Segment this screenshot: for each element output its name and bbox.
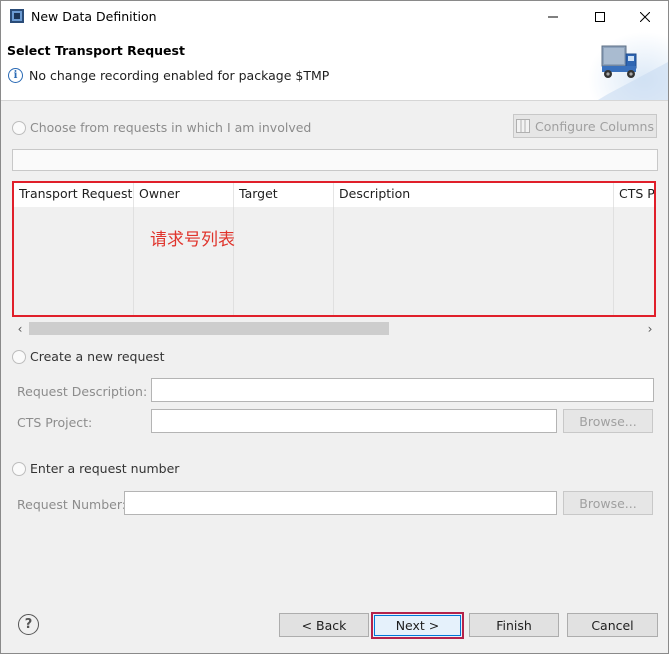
column-header[interactable]: Owner (134, 183, 234, 207)
maximize-button[interactable] (577, 1, 623, 32)
scrollbar-thumb[interactable] (29, 322, 389, 335)
dialog-window: New Data Definition Select Transport Req… (0, 0, 669, 654)
page-title: Select Transport Request (7, 43, 185, 58)
filter-field[interactable] (12, 149, 658, 171)
column-divider (133, 207, 134, 315)
next-label: Next > (395, 618, 440, 633)
scroll-right-icon[interactable]: › (642, 321, 658, 337)
enter-request-number-radio[interactable]: Enter a request number (12, 461, 179, 476)
radio-button[interactable] (12, 461, 26, 476)
annotation-label: 请求号列表 (150, 230, 235, 250)
request-number-input[interactable] (124, 491, 557, 515)
finish-button[interactable]: Finish (469, 613, 559, 637)
app-icon (10, 9, 24, 23)
request-description-label: Request Description: * (17, 384, 157, 399)
columns-icon (516, 119, 531, 133)
column-header[interactable]: CTS Pro (614, 183, 654, 207)
column-header[interactable]: Transport Request (14, 183, 134, 207)
cts-project-input[interactable] (151, 409, 557, 433)
cts-project-label: CTS Project: (17, 415, 93, 430)
column-divider (333, 207, 334, 315)
column-divider (233, 207, 234, 315)
scroll-left-icon[interactable]: ‹ (12, 321, 28, 337)
column-header[interactable]: Description (334, 183, 614, 207)
minimize-icon (548, 16, 558, 17)
configure-columns-label: Configure Columns (535, 118, 654, 134)
create-request-label: Create a new request (30, 349, 165, 364)
wizard-banner (588, 32, 668, 100)
info-icon: i (8, 68, 23, 83)
back-button[interactable]: < Back (279, 613, 369, 637)
request-description-input[interactable] (151, 378, 654, 402)
choose-requests-radio[interactable]: Choose from requests in which I am invol… (12, 120, 311, 135)
cts-project-browse-button[interactable]: Browse... (563, 409, 653, 433)
request-description-text: Request Description: (17, 384, 148, 399)
enter-request-number-label: Enter a request number (30, 461, 180, 476)
close-button[interactable] (622, 1, 668, 32)
close-icon (640, 11, 650, 22)
info-message: No change recording enabled for package … (29, 68, 330, 83)
request-number-browse-button[interactable]: Browse... (563, 491, 653, 515)
title-bar: New Data Definition (1, 1, 668, 32)
column-divider (613, 207, 614, 315)
create-request-radio[interactable]: Create a new request (12, 349, 164, 364)
radio-button[interactable] (12, 120, 26, 135)
choose-requests-label: Choose from requests in which I am invol… (30, 120, 312, 135)
request-number-label: Request Number: (17, 497, 126, 512)
window-title: New Data Definition (31, 9, 157, 24)
column-header[interactable]: Target (234, 183, 334, 207)
horizontal-scrollbar[interactable]: ‹ › (12, 321, 658, 337)
help-icon[interactable]: ? (18, 614, 39, 635)
configure-columns-button[interactable]: Configure Columns (513, 114, 657, 138)
next-button[interactable]: Next > (371, 612, 464, 639)
maximize-icon (595, 11, 605, 22)
truck-icon (588, 32, 668, 100)
cancel-button[interactable]: Cancel (567, 613, 658, 637)
radio-button[interactable] (12, 349, 26, 364)
minimize-button[interactable] (530, 1, 576, 32)
table-header: Transport Request Owner Target Descripti… (14, 183, 654, 207)
wizard-header: Select Transport Request i No change rec… (1, 32, 668, 101)
request-table[interactable]: Transport Request Owner Target Descripti… (12, 181, 656, 317)
